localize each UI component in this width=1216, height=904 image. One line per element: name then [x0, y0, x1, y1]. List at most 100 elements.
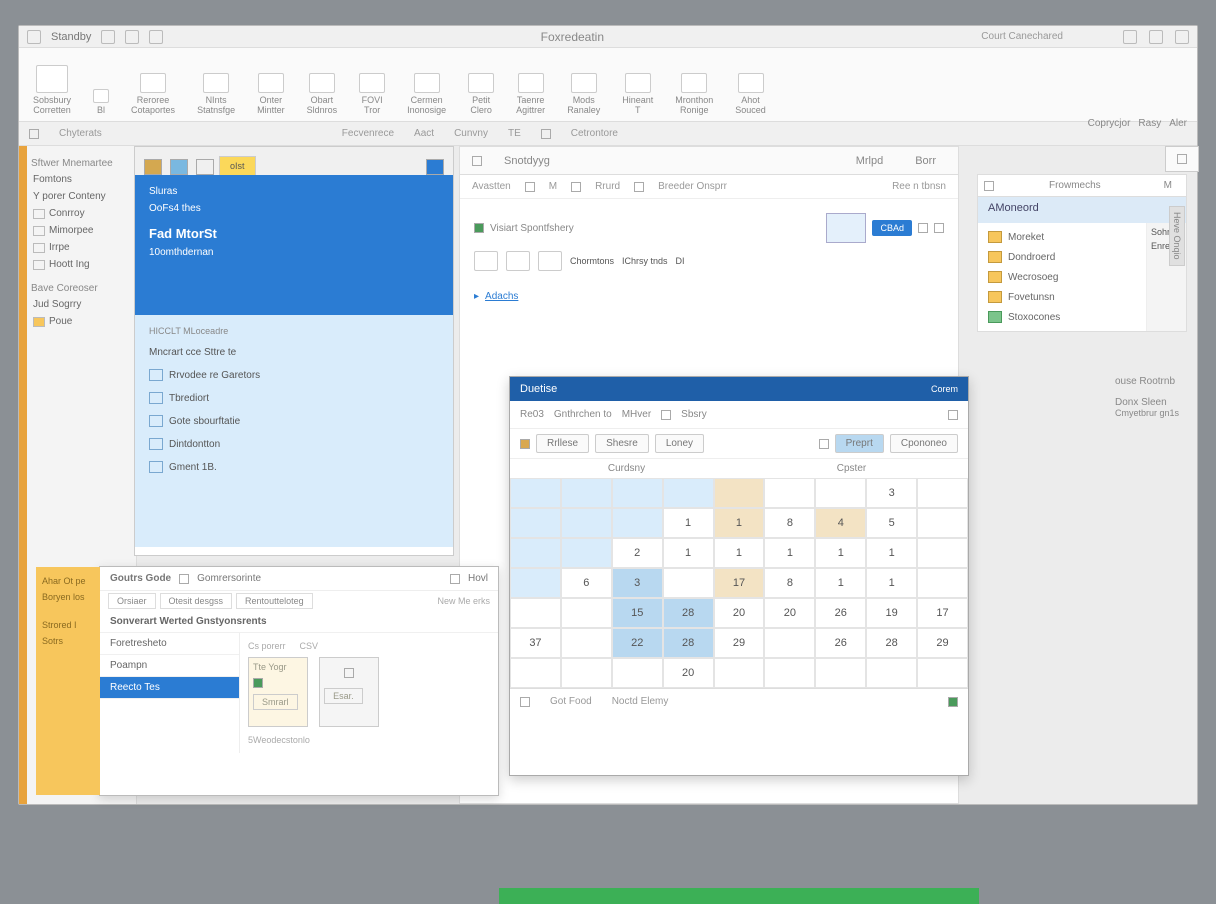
side-item-1[interactable]: Ahar Ot pe [42, 573, 94, 589]
props-card-1[interactable]: Tte Yogr Smrarl [248, 657, 308, 727]
side-item-3[interactable]: Strored I [42, 617, 94, 633]
sidebar-item-5[interactable]: Irrpe [31, 239, 132, 256]
calendar-cell[interactable]: 1 [663, 538, 714, 568]
right-outer-tab-1[interactable] [1165, 146, 1199, 172]
cal-btn-5[interactable]: Cpononeo [890, 434, 958, 453]
calendar-cell[interactable] [561, 628, 612, 658]
outer-tab-3[interactable]: Aler [1169, 118, 1187, 129]
ribbon-btn-3[interactable]: ReroreeCotaportes [127, 52, 179, 117]
calendar-cell[interactable]: 2 [612, 538, 663, 568]
ribbon-btn-13[interactable]: MronthonRonige [671, 52, 717, 117]
nav-list-item-1[interactable]: Mncrart cce Sttre te [149, 342, 439, 364]
calendar-cell[interactable]: 1 [866, 568, 917, 598]
calendar-cell[interactable] [510, 568, 561, 598]
calendar-cell[interactable]: 20 [714, 598, 765, 628]
ribbon-btn-8[interactable]: CermenInonosige [403, 52, 450, 117]
props-hdr-right[interactable]: Hovl [468, 573, 488, 584]
calendar-cell[interactable]: 29 [714, 628, 765, 658]
side-vertical-tab-1[interactable]: Heve Onqio [1169, 206, 1185, 266]
nav-list-item-2[interactable]: Rrvodee re Garetors [149, 364, 439, 387]
nav-list-item-6[interactable]: Gment 1B. [149, 456, 439, 479]
right-tab-2[interactable]: M [1156, 176, 1180, 195]
action-icon-1[interactable] [918, 223, 928, 233]
calendar-cell[interactable]: 28 [866, 628, 917, 658]
cal-btn-1[interactable]: Rrllese [536, 434, 589, 453]
ribbon-btn-1[interactable]: SobsburyCorretten [29, 52, 75, 117]
calendar-cell[interactable]: 5 [866, 508, 917, 538]
calendar-cell[interactable] [561, 508, 612, 538]
card-btn-1[interactable]: Smrarl [253, 694, 298, 710]
cal-tool-icon-2[interactable] [948, 410, 958, 420]
calendar-cell[interactable]: 20 [663, 658, 714, 688]
action-button[interactable]: CBAd [872, 220, 912, 236]
sidebar-item-2[interactable]: Y porer Conteny [31, 188, 132, 205]
calendar-cell[interactable] [917, 508, 968, 538]
calendar-cell[interactable] [714, 658, 765, 688]
calendar-cell[interactable] [510, 478, 561, 508]
subbar-item-5[interactable]: TE [508, 128, 521, 139]
cal-foot-1[interactable]: Got Food [550, 696, 592, 707]
center-tab-2[interactable]: Mrlpd [846, 149, 894, 173]
nav-list-item-3[interactable]: Tbrediort [149, 387, 439, 410]
props-left-2[interactable]: Poampn [100, 655, 239, 677]
subbar-item-6[interactable]: Cetrontore [571, 128, 618, 139]
side-item-4[interactable]: Sotrs [42, 633, 94, 649]
sidebar-item-3[interactable]: Conrroy [31, 205, 132, 222]
calendar-cell[interactable] [764, 628, 815, 658]
preview-box[interactable] [826, 213, 866, 243]
ribbon-btn-6[interactable]: ObartSldnros [303, 52, 342, 117]
qat-icon-2[interactable] [101, 30, 115, 44]
calendar-cell[interactable] [663, 568, 714, 598]
nav-tab-icon-4[interactable] [426, 159, 444, 175]
calendar-cell[interactable]: 37 [510, 628, 561, 658]
calendar-cell[interactable]: 6 [561, 568, 612, 598]
calendar-cell[interactable] [612, 508, 663, 538]
right-list-item-5[interactable]: Stoxocones [986, 307, 1138, 327]
nav-tab-icon-2[interactable] [170, 159, 188, 175]
help-icon[interactable] [1123, 30, 1137, 44]
props-tab-1[interactable]: Orsiaer [108, 593, 156, 609]
right-list-item-2[interactable]: Dondroerd [986, 247, 1138, 267]
calendar-cell[interactable]: 1 [815, 538, 866, 568]
csub-item-4[interactable]: Breeder Onsprr [658, 181, 727, 192]
props-card-2[interactable]: Esar. [319, 657, 379, 727]
calendar-cell[interactable]: 28 [663, 628, 714, 658]
ribbon-btn-11[interactable]: ModsRanaley [563, 52, 604, 117]
nav-tab-active[interactable]: oIst [219, 156, 256, 175]
sidebar-item-1[interactable]: Fomtons [31, 171, 132, 188]
calendar-cell[interactable] [561, 538, 612, 568]
grid-icon-3[interactable] [538, 251, 562, 271]
calendar-cell[interactable] [561, 598, 612, 628]
calendar-cell[interactable] [714, 478, 765, 508]
calendar-cell[interactable]: 26 [815, 628, 866, 658]
calendar-cell[interactable] [510, 508, 561, 538]
calendar-cell[interactable]: 22 [612, 628, 663, 658]
center-anchor[interactable]: ▸ Adachs [474, 291, 944, 302]
qat-icon-3[interactable] [125, 30, 139, 44]
calendar-cell[interactable]: 29 [917, 628, 968, 658]
calendar-cell[interactable] [815, 478, 866, 508]
right-list-item-4[interactable]: Fovetunsn [986, 287, 1138, 307]
grid-icon-1[interactable] [474, 251, 498, 271]
nav-tab-icon-1[interactable] [144, 159, 162, 175]
calendar-cell[interactable] [612, 478, 663, 508]
sidebar-item-8[interactable]: Poue [31, 313, 132, 330]
qat-icon-4[interactable] [149, 30, 163, 44]
props-tab-3[interactable]: Rentoutteloteg [236, 593, 313, 609]
card-btn-2[interactable]: Esar. [324, 688, 363, 704]
calendar-cell[interactable]: 1 [764, 538, 815, 568]
sidebar-item-7[interactable]: Jud Sogrry [31, 296, 132, 313]
center-tab-3[interactable]: Borr [905, 149, 946, 173]
calendar-cell[interactable]: 8 [764, 508, 815, 538]
calendar-cell[interactable] [815, 658, 866, 688]
cal-btn-icon[interactable] [819, 439, 829, 449]
ribbon-btn-10[interactable]: TaenreAgittrer [512, 52, 549, 117]
cal-btn-3[interactable]: Loney [655, 434, 704, 453]
calendar-cell[interactable] [917, 568, 968, 598]
calendar-cell[interactable]: 26 [815, 598, 866, 628]
right-tab-icon[interactable] [984, 181, 994, 191]
side-item-2[interactable]: Boryen los [42, 589, 94, 605]
calendar-cell[interactable]: 1 [714, 508, 765, 538]
subbar-item-4[interactable]: Cunvny [454, 128, 488, 139]
calendar-cell[interactable]: 1 [866, 538, 917, 568]
